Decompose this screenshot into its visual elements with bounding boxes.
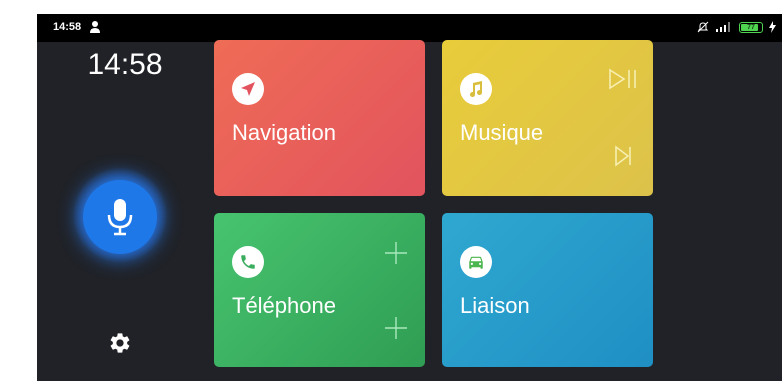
navigation-arrow-icon (232, 73, 264, 105)
voice-assistant-button[interactable] (83, 180, 157, 254)
car-launcher-screen: 14:58 77 14:58 Navigation Musique Téléph… (37, 14, 782, 381)
navigation-tile[interactable]: Navigation (214, 40, 425, 196)
next-track-icon (615, 145, 631, 167)
signal-icon (716, 22, 730, 32)
play-pause-button[interactable] (606, 66, 642, 92)
link-tile[interactable]: Liaison (442, 213, 653, 367)
car-icon (460, 246, 492, 278)
microphone-icon (107, 199, 133, 236)
music-label: Musique (460, 120, 544, 145)
person-icon (90, 21, 100, 33)
music-tile[interactable]: Musique (442, 40, 653, 196)
link-label: Liaison (460, 293, 530, 318)
music-note-icon (460, 73, 492, 105)
status-time: 14:58 (53, 21, 82, 33)
charging-icon (769, 21, 776, 33)
play-pause-icon (609, 68, 636, 90)
phone-add-top-button[interactable] (382, 239, 410, 267)
mute-icon (697, 21, 709, 33)
battery-level: 77 (747, 23, 755, 31)
phone-tile[interactable]: Téléphone (214, 213, 425, 367)
plus-icon (385, 242, 407, 264)
navigation-label: Navigation (232, 120, 336, 145)
plus-icon (385, 317, 407, 339)
phone-add-bottom-button[interactable] (382, 314, 410, 342)
phone-icon (232, 246, 264, 278)
gear-icon[interactable] (108, 331, 132, 355)
next-track-button[interactable] (612, 144, 636, 168)
battery-indicator: 77 (739, 21, 763, 33)
status-icons: 77 (697, 20, 776, 34)
status-bar: 14:58 77 (37, 14, 782, 42)
phone-label: Téléphone (232, 293, 336, 318)
clock: 14:58 (87, 48, 163, 81)
